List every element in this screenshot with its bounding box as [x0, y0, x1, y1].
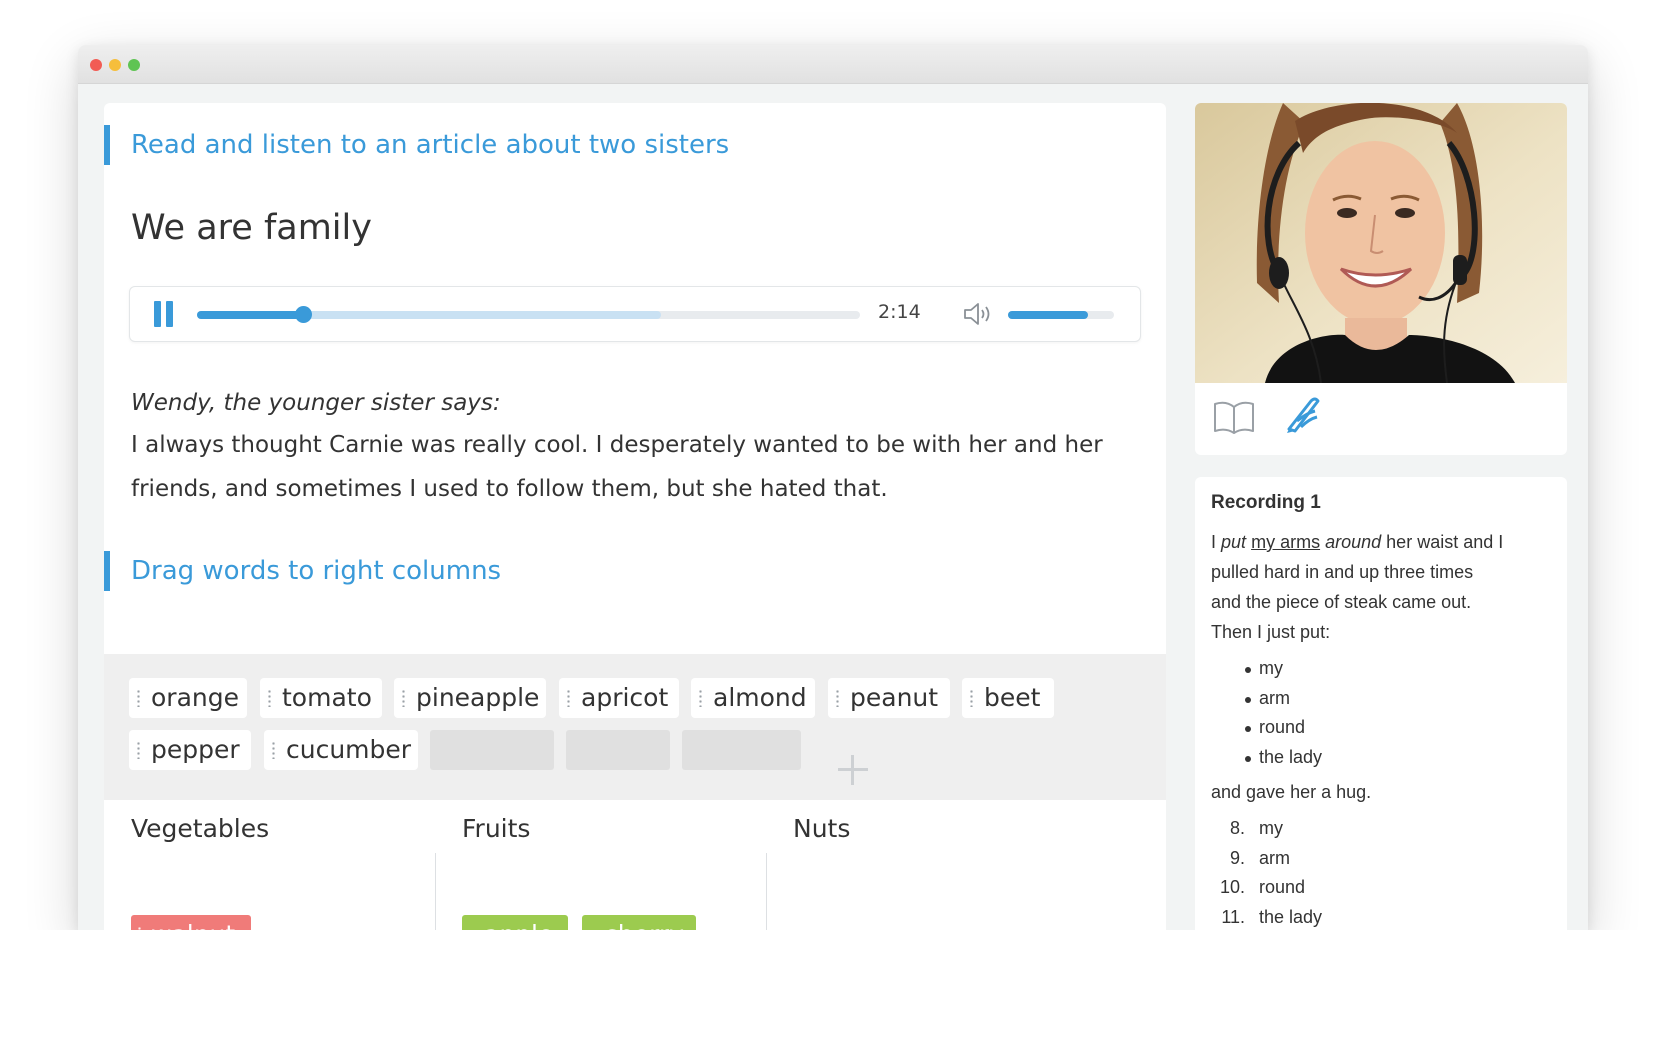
recording-title: Recording 1 [1211, 492, 1321, 513]
word-chip-orange[interactable]: orange [129, 678, 247, 718]
item-number: 11. [1221, 906, 1245, 927]
recording-text-line: pulled hard in and up three times [1211, 562, 1474, 582]
recording-text-line: her waist and I [1386, 532, 1504, 552]
numbered-item: 11. the lady [1211, 903, 1322, 931]
recording-word: I [1211, 532, 1217, 552]
recording-text-line: and gave her a hug. [1211, 782, 1372, 802]
numbered-item: 8. my [1211, 814, 1322, 844]
article-quote: I always thought Carnie was really cool.… [131, 432, 1103, 502]
bullet-item: the lady [1245, 743, 1322, 773]
word-chip-peanut[interactable]: peanut [828, 678, 950, 718]
window-titlebar [78, 45, 1588, 84]
pen-icon[interactable] [1283, 395, 1321, 435]
article-title: We are family [131, 208, 372, 248]
lesson-panel: Read and listen to an article about two … [104, 103, 1166, 930]
volume-level [1008, 311, 1088, 319]
close-window-button[interactable] [90, 59, 102, 71]
volume-icon[interactable] [963, 302, 995, 326]
numbered-item: 10. round [1211, 873, 1322, 903]
word-chip-pineapple[interactable]: pineapple [394, 678, 546, 718]
pause-icon[interactable] [152, 301, 176, 327]
recording-italic-word: put [1221, 532, 1247, 552]
maximize-window-button[interactable] [128, 59, 140, 71]
word-chip-beet[interactable]: beet [962, 678, 1054, 718]
placed-word-cherry-correct[interactable]: cherry [582, 915, 696, 930]
audio-progress-bar [197, 311, 304, 319]
recording-text: I put my arms around her waist and I pul… [1211, 527, 1556, 647]
recording-text-line: and the piece of steak came out. [1211, 592, 1472, 612]
item-text: my [1259, 818, 1283, 838]
item-number: 8. [1229, 818, 1245, 838]
teacher-video-card [1195, 103, 1567, 455]
audio-time: 2:14 [878, 301, 921, 323]
placed-word-walnut-incorrect[interactable]: walnut [131, 915, 251, 930]
recording-numbered-list: 8. my 9. arm 10. round 11. the lady [1211, 814, 1322, 930]
seek-handle[interactable] [295, 306, 313, 323]
item-text: the lady [1259, 906, 1323, 927]
empty-word-slot[interactable] [566, 730, 670, 770]
bullet-item: round [1245, 713, 1322, 743]
word-chip-pepper[interactable]: pepper [129, 730, 251, 770]
minimize-window-button[interactable] [109, 59, 121, 71]
add-word-icon[interactable] [838, 755, 868, 785]
column-divider [766, 853, 767, 930]
audio-seek-bar[interactable] [197, 306, 860, 323]
volume-slider[interactable] [1008, 311, 1114, 319]
word-chip-tomato[interactable]: tomato [260, 678, 382, 718]
item-text: arm [1259, 847, 1290, 868]
recording-text-line: Then I just put: [1211, 622, 1331, 642]
recording-bullet-list: my arm round the lady [1245, 654, 1322, 772]
teacher-video[interactable] [1195, 103, 1567, 383]
item-number: 10. [1219, 877, 1245, 897]
column-header-fruits: Fruits [462, 814, 531, 843]
item-number: 9. [1229, 847, 1245, 868]
section-title-read-listen: Read and listen to an article about two … [104, 125, 729, 165]
column-divider [435, 853, 436, 930]
item-text: round [1259, 877, 1306, 897]
word-chip-cucumber[interactable]: cucumber [264, 730, 418, 770]
book-icon[interactable] [1213, 399, 1255, 435]
browser-window: Read and listen to an article about two … [78, 45, 1588, 930]
section-title-drag-words: Drag words to right columns [104, 551, 501, 591]
word-bank: orange tomato pineapple apricot almond p… [104, 654, 1166, 800]
speaker-label: Wendy, the younger sister says: [131, 390, 501, 416]
empty-word-slot[interactable] [430, 730, 554, 770]
recording-underlined-phrase: my arms [1251, 532, 1321, 552]
recording-card: Recording 1 I put my arms around her wai… [1195, 477, 1567, 930]
recording-italic-word: around [1325, 532, 1382, 552]
word-chip-almond[interactable]: almond [691, 678, 815, 718]
page-bottom-fade [0, 930, 1664, 1037]
bullet-item: arm [1245, 684, 1322, 714]
bullet-item: my [1245, 654, 1322, 684]
column-header-vegetables: Vegetables [131, 814, 270, 843]
column-header-nuts: Nuts [793, 814, 851, 843]
empty-word-slot[interactable] [682, 730, 801, 770]
word-chip-apricot[interactable]: apricot [559, 678, 679, 718]
placed-word-apple-correct[interactable]: apple [462, 915, 568, 930]
numbered-item: 9. arm [1211, 844, 1322, 874]
audio-player: 2:14 [129, 286, 1141, 342]
